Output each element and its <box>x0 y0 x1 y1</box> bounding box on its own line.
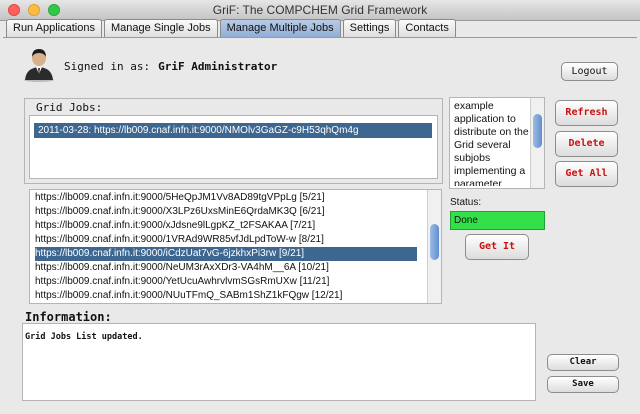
tab-settings[interactable]: Settings <box>342 19 397 37</box>
subjob-item[interactable]: https://lb009.cnaf.infn.it:9000/1VRAd9WR… <box>35 233 417 247</box>
tab-contacts[interactable]: Contacts <box>398 19 456 37</box>
status-label: Status: <box>450 197 482 208</box>
signed-in-info: Signed in as: GriF Administrator <box>64 60 277 73</box>
information-text: Grid Jobs List updated. <box>25 332 143 342</box>
logout-button[interactable]: Logout <box>561 62 618 81</box>
get-it-button[interactable]: Get It <box>465 234 529 260</box>
description-scrollbar[interactable] <box>530 98 544 188</box>
subjobs-scrollbar[interactable] <box>427 190 441 303</box>
save-button[interactable]: Save <box>547 376 619 393</box>
grid-jobs-label: Grid Jobs: <box>36 101 103 114</box>
clear-button[interactable]: Clear <box>547 354 619 371</box>
window-title: GriF: The COMPCHEM Grid Framework <box>212 3 428 17</box>
subjobs-scroll-thumb[interactable] <box>430 224 439 260</box>
grid-job-item[interactable]: 2011-03-28: https://lb009.cnaf.infn.it:9… <box>34 123 432 138</box>
subjob-item[interactable]: https://lb009.cnaf.infn.it:9000/NeUM3rAx… <box>35 261 417 275</box>
subjob-item[interactable]: https://lb009.cnaf.infn.it:9000/NUuTFmQ_… <box>35 289 417 303</box>
signed-in-label: Signed in as: <box>64 60 151 73</box>
refresh-button[interactable]: Refresh <box>555 100 618 126</box>
information-box: Grid Jobs List updated. <box>22 323 536 401</box>
delete-button[interactable]: Delete <box>555 131 618 157</box>
tab-manage-single-jobs[interactable]: Manage Single Jobs <box>103 19 218 37</box>
tab-bar: Run Applications Manage Single Jobs Mana… <box>6 19 458 37</box>
application-description: example application to distribute on the… <box>454 100 529 186</box>
information-label: Information: <box>25 310 112 324</box>
status-value: Done <box>450 211 545 230</box>
title-bar: GriF: The COMPCHEM Grid Framework <box>0 0 640 21</box>
user-avatar-icon <box>24 49 54 82</box>
tab-run-applications[interactable]: Run Applications <box>6 19 102 37</box>
subjob-item[interactable]: https://lb009.cnaf.infn.it:9000/YetUcuAw… <box>35 275 417 289</box>
description-scroll-thumb[interactable] <box>533 114 542 148</box>
subjob-item[interactable]: https://lb009.cnaf.infn.it:9000/xJdsne9l… <box>35 219 417 233</box>
subjob-item[interactable]: https://lb009.cnaf.infn.it:9000/5HeQpJM1… <box>35 191 417 205</box>
subjob-item-selected[interactable]: https://lb009.cnaf.infn.it:9000/iCdzUat7… <box>35 247 417 261</box>
user-name: GriF Administrator <box>158 60 278 73</box>
tab-manage-multiple-jobs[interactable]: Manage Multiple Jobs <box>219 19 341 37</box>
grid-jobs-list[interactable]: 2011-03-28: https://lb009.cnaf.infn.it:9… <box>29 115 438 179</box>
subjob-item[interactable]: https://lb009.cnaf.infn.it:9000/X3LPz6Ux… <box>35 205 417 219</box>
get-all-button[interactable]: Get All <box>555 161 618 187</box>
